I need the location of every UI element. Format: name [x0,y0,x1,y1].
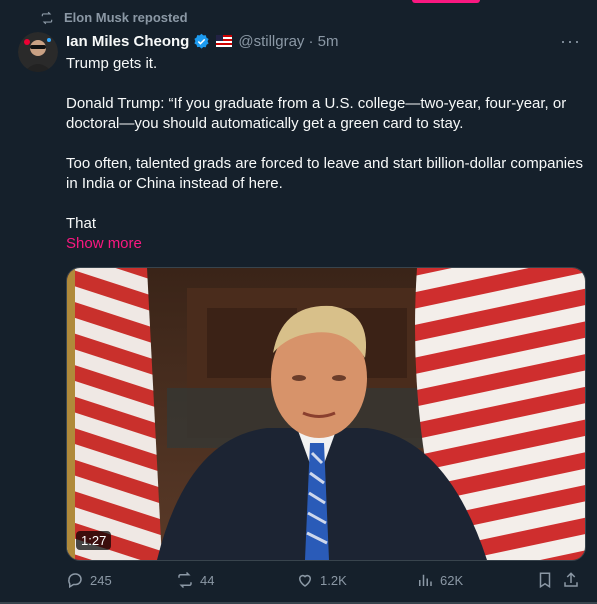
reply-icon [68,573,82,589]
active-tab-indicator [412,0,480,3]
repost-context[interactable]: Elon Musk reposted [40,10,188,25]
bookmark-button[interactable] [536,571,562,589]
tweet-paragraph: Donald Trump: “If you graduate from a U.… [66,95,567,132]
repost-icon [41,11,53,24]
heart-icon [298,574,312,587]
more-options-icon[interactable]: ··· [560,32,581,50]
repost-count: 44 [200,572,215,588]
reply-button[interactable]: 245 [66,571,176,589]
author-handle[interactable]: @stillgray [238,33,304,50]
bookmark-icon [539,572,551,589]
verified-badge-icon [194,33,209,49]
video-duration-badge: 1:27 [76,531,112,550]
views-icon [419,574,432,586]
tweet-paragraph: Trump gets it. [66,55,158,72]
repost-icon [178,571,192,589]
tweet-actions: 245 44 1.2K 62K [66,570,586,590]
repost-button[interactable]: 44 [176,571,296,589]
timestamp[interactable]: · 5m [308,33,338,50]
tweet-paragraph: Too often, talented grads are forced to … [66,155,583,192]
video-thumbnail [67,268,585,560]
show-more-link[interactable]: Show more [66,235,142,252]
video-player[interactable]: 1:27 [66,267,586,561]
like-count: 1.2K [320,572,347,588]
tweet-text: Trump gets it. Donald Trump: “If you gra… [66,54,586,234]
avatar[interactable] [18,32,58,72]
share-button[interactable] [562,571,580,589]
like-button[interactable]: 1.2K [296,571,416,589]
tweet-paragraph: That [66,215,97,232]
views-button[interactable]: 62K [416,571,536,589]
share-icon [564,572,578,587]
author-name[interactable]: Ian Miles Cheong [66,33,189,50]
repost-label: Elon Musk reposted [64,10,188,25]
flag-badge-icon[interactable] [216,35,233,47]
tweet-card[interactable]: Elon Musk reposted Ian Miles Cheong @sti… [0,0,597,604]
reply-count: 245 [90,572,112,588]
tweet-header: Ian Miles Cheong @stillgray · 5m ··· [66,31,581,51]
views-count: 62K [440,572,464,588]
